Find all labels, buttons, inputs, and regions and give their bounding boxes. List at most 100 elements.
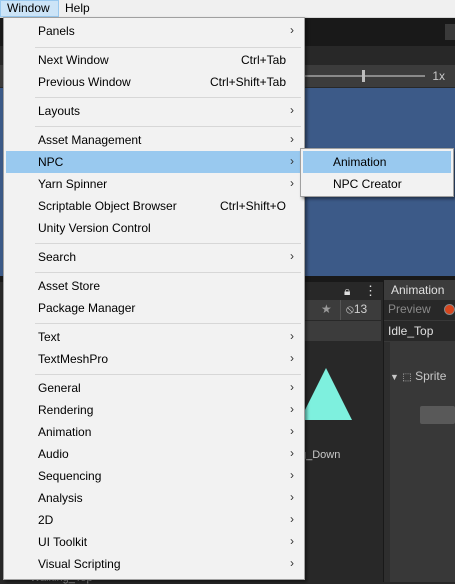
menu-item-panels[interactable]: Panels › xyxy=(6,20,302,42)
sprite-icon: ⬚ xyxy=(402,372,412,383)
chevron-right-icon: › xyxy=(290,424,294,438)
menu-item-shortcut: Ctrl+Tab xyxy=(240,53,286,67)
menu-item-layouts[interactable]: Layouts › xyxy=(6,100,302,122)
menu-item-previous-window[interactable]: Previous Window Ctrl+Shift+Tab xyxy=(6,71,302,93)
menu-item-asset-management[interactable]: Asset Management › xyxy=(6,129,302,151)
chevron-right-icon: › xyxy=(290,468,294,482)
menu-item-shortcut: Ctrl+Shift+Tab xyxy=(209,75,286,89)
menu-item-label: General xyxy=(38,381,81,395)
toolbar-divider xyxy=(340,300,341,320)
menu-item-search[interactable]: Search › xyxy=(6,246,302,268)
keyframe-field[interactable] xyxy=(420,406,455,424)
menu-item-label: Audio xyxy=(38,447,69,461)
chevron-right-icon: › xyxy=(290,176,294,190)
menu-item-visual-scripting[interactable]: Visual Scripting › xyxy=(6,553,302,575)
lock-icon[interactable]: 🔒︎ xyxy=(344,284,350,299)
menu-item-label: Visual Scripting xyxy=(38,557,121,571)
menu-item-label: TextMeshPro xyxy=(38,352,109,366)
menu-item-package-manager[interactable]: Package Manager xyxy=(6,297,302,319)
chevron-right-icon: › xyxy=(290,402,294,416)
record-icon[interactable] xyxy=(444,304,455,315)
tab-animation[interactable]: Animation xyxy=(384,280,455,300)
menu-item-label: Asset Store xyxy=(38,279,101,293)
npc-submenu: Animation NPC Creator xyxy=(300,148,454,197)
menu-item-label: NPC xyxy=(38,155,64,169)
menu-separator xyxy=(35,126,301,127)
chevron-right-icon: › xyxy=(290,103,294,117)
menu-item-label: Rendering xyxy=(38,403,94,417)
chevron-right-icon: › xyxy=(290,23,294,37)
submenu-item-npc-creator[interactable]: NPC Creator xyxy=(303,173,451,195)
menu-item-label: Next Window xyxy=(38,53,109,67)
menu-item-audio[interactable]: Audio › xyxy=(6,443,302,465)
eye-slash-icon: ⦸ xyxy=(346,302,354,316)
menu-item-shortcut: Ctrl+Shift+O xyxy=(219,199,286,213)
menu-separator xyxy=(35,272,301,273)
project-breadcrumb-bar xyxy=(300,321,381,341)
menu-item-label: Animation xyxy=(333,155,387,169)
menu-item-2d[interactable]: 2D › xyxy=(6,509,302,531)
window-menu: Panels › Next Window Ctrl+Tab Previous Win… xyxy=(3,17,305,580)
chevron-right-icon: › xyxy=(290,329,294,343)
submenu-item-animation[interactable]: Animation xyxy=(303,151,451,173)
menu-item-rendering[interactable]: Rendering › xyxy=(6,399,302,421)
preview-button[interactable]: Preview xyxy=(388,302,431,316)
menu-item-npc[interactable]: NPC › xyxy=(6,151,302,173)
menu-item-label: UI Toolkit xyxy=(38,535,88,549)
menu-item-sequencing[interactable]: Sequencing › xyxy=(6,465,302,487)
menu-separator xyxy=(35,243,301,244)
menu-item-label: Unity Version Control xyxy=(38,221,151,235)
chevron-right-icon: › xyxy=(290,351,294,365)
menu-separator xyxy=(35,323,301,324)
menu-bar: Window Help xyxy=(0,0,455,18)
menu-item-ui-toolkit[interactable]: UI Toolkit › xyxy=(6,531,302,553)
menu-item-label: Text xyxy=(38,330,61,344)
menu-item-label: 2D xyxy=(38,513,54,527)
sprite-property-row[interactable]: ▼ ⬚ Sprite xyxy=(390,369,446,383)
zoom-slider-handle[interactable] xyxy=(362,70,365,82)
menu-item-label: Yarn Spinner xyxy=(38,177,108,191)
menu-item-text[interactable]: Text › xyxy=(6,326,302,348)
toolbar-button[interactable] xyxy=(445,24,455,40)
menu-item-label: Panels xyxy=(38,24,75,38)
menu-item-animation[interactable]: Animation › xyxy=(6,421,302,443)
menu-separator xyxy=(35,47,301,48)
chevron-right-icon: › xyxy=(290,556,294,570)
chevron-right-icon: › xyxy=(290,490,294,504)
chevron-right-icon: › xyxy=(290,154,294,168)
kebab-menu-icon[interactable]: ⋮ xyxy=(364,283,377,299)
menu-item-label: Animation xyxy=(38,425,92,439)
sprite-thumbnail[interactable] xyxy=(300,368,352,420)
menu-item-label: Asset Management xyxy=(38,133,142,147)
menu-item-scriptable-object-browser[interactable]: Scriptable Object Browser Ctrl+Shift+O xyxy=(6,195,302,217)
menu-item-asset-store[interactable]: Asset Store xyxy=(6,275,302,297)
menu-window[interactable]: Window xyxy=(0,0,59,17)
menu-help[interactable]: Help xyxy=(59,0,99,17)
menu-separator xyxy=(35,374,301,375)
chevron-right-icon: › xyxy=(290,249,294,263)
clip-selector[interactable]: Idle_Top xyxy=(384,321,455,341)
expand-triangle-icon[interactable]: ▼ xyxy=(390,372,399,382)
menu-item-analysis[interactable]: Analysis › xyxy=(6,487,302,509)
chevron-right-icon: › xyxy=(290,446,294,460)
menu-item-label: NPC Creator xyxy=(333,177,402,191)
menu-item-label: Package Manager xyxy=(38,301,136,315)
hidden-count-label: 13 xyxy=(353,302,368,316)
menu-item-unity-version-control[interactable]: Unity Version Control xyxy=(6,217,302,239)
star-icon[interactable]: ★ xyxy=(321,302,332,316)
menu-item-label: Layouts xyxy=(38,104,81,118)
menu-item-label: Previous Window xyxy=(38,75,131,89)
sprite-property-label: Sprite xyxy=(415,369,447,383)
chevron-right-icon: › xyxy=(290,380,294,394)
menu-item-label: Search xyxy=(38,250,77,264)
menu-item-yarn-spinner[interactable]: Yarn Spinner › xyxy=(6,173,302,195)
asset-label[interactable]: g_Down xyxy=(300,449,340,461)
menu-item-general[interactable]: General › xyxy=(6,377,302,399)
menu-item-textmeshpro[interactable]: TextMeshPro › xyxy=(6,348,302,370)
menu-item-label: Scriptable Object Browser xyxy=(38,199,177,213)
chevron-right-icon: › xyxy=(290,132,294,146)
zoom-label: 1x xyxy=(432,69,445,83)
chevron-right-icon: › xyxy=(290,534,294,548)
hidden-count-toggle[interactable]: ⦸13 xyxy=(346,302,367,317)
menu-item-next-window[interactable]: Next Window Ctrl+Tab xyxy=(6,49,302,71)
